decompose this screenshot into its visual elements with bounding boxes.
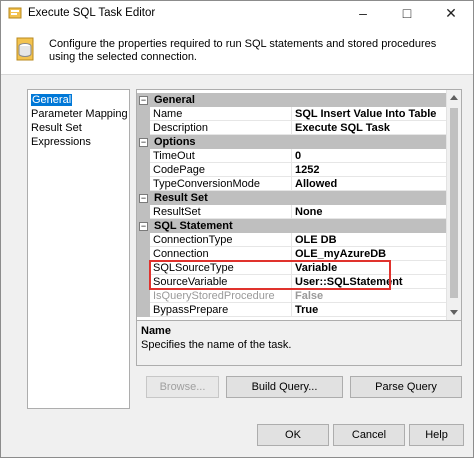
nav-item-parameter-mapping[interactable]: Parameter Mapping <box>28 107 129 121</box>
property-row-codepage[interactable]: CodePage 1252 <box>137 163 447 177</box>
execute-sql-task-editor-window: Execute SQL Task Editor – □ ✕ Configure … <box>0 0 474 458</box>
collapse-icon[interactable]: − <box>139 194 148 203</box>
scroll-thumb[interactable] <box>450 108 458 298</box>
property-row-typeconversionmode[interactable]: TypeConversionMode Allowed <box>137 177 447 191</box>
nav-item-general[interactable]: General <box>28 93 129 107</box>
close-icon[interactable]: ✕ <box>429 1 473 25</box>
property-row-timeout[interactable]: TimeOut 0 <box>137 149 447 163</box>
category-options[interactable]: − Options <box>137 135 447 149</box>
ok-button[interactable]: OK <box>257 424 329 446</box>
header-description: Configure the properties required to run… <box>49 38 437 63</box>
cancel-button[interactable]: Cancel <box>333 424 405 446</box>
nav-item-expressions[interactable]: Expressions <box>28 135 129 149</box>
header-panel: Configure the properties required to run… <box>1 25 473 75</box>
database-task-icon <box>16 37 34 61</box>
property-row-connectiontype[interactable]: ConnectionType OLE DB <box>137 233 447 247</box>
collapse-icon[interactable]: − <box>139 138 148 147</box>
property-grid: − General Name SQL Insert Value Into Tab… <box>136 89 462 321</box>
collapse-icon[interactable]: − <box>139 96 148 105</box>
category-sql-statement[interactable]: − SQL Statement <box>137 219 447 233</box>
maximize-icon[interactable]: □ <box>385 1 429 25</box>
nav-item-result-set[interactable]: Result Set <box>28 121 129 135</box>
description-text: Specifies the name of the task. <box>141 339 292 351</box>
property-row-description[interactable]: Description Execute SQL Task <box>137 121 447 135</box>
parse-query-button[interactable]: Parse Query <box>350 376 462 398</box>
title-bar: Execute SQL Task Editor – □ ✕ <box>1 1 473 25</box>
property-row-connection[interactable]: Connection OLE_myAzureDB <box>137 247 447 261</box>
scroll-up-icon[interactable] <box>450 95 458 100</box>
property-grid-scrollbar[interactable] <box>446 90 461 320</box>
category-result-set[interactable]: − Result Set <box>137 191 447 205</box>
sql-task-icon <box>8 7 22 19</box>
scroll-down-icon[interactable] <box>450 310 458 315</box>
window-title: Execute SQL Task Editor <box>28 7 156 19</box>
description-panel: Name Specifies the name of the task. <box>136 321 462 366</box>
help-button[interactable]: Help <box>409 424 464 446</box>
property-row-sqlsourcetype[interactable]: SQLSourceType Variable <box>137 261 447 275</box>
page-list: General Parameter Mapping Result Set Exp… <box>27 89 130 409</box>
description-title: Name <box>141 325 171 337</box>
property-row-name[interactable]: Name SQL Insert Value Into Table <box>137 107 447 121</box>
minimize-icon[interactable]: – <box>341 1 385 25</box>
property-row-bypassprepare[interactable]: BypassPrepare True <box>137 303 447 317</box>
property-row-resultset[interactable]: ResultSet None <box>137 205 447 219</box>
property-row-sourcevariable[interactable]: SourceVariable User::SQLStatement <box>137 275 447 289</box>
property-row-isquerystoredprocedure[interactable]: IsQueryStoredProcedure False <box>137 289 447 303</box>
build-query-button[interactable]: Build Query... <box>226 376 343 398</box>
category-general[interactable]: − General <box>137 93 447 107</box>
collapse-icon[interactable]: − <box>139 222 148 231</box>
browse-button: Browse... <box>146 376 219 398</box>
